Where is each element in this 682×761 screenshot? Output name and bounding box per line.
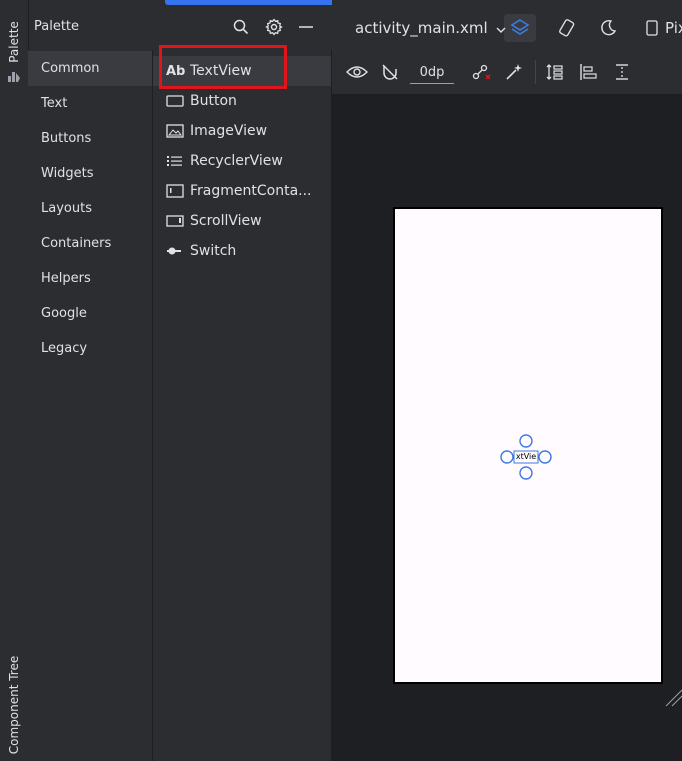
minimize-icon[interactable] bbox=[295, 16, 317, 38]
align-icon[interactable] bbox=[576, 61, 600, 83]
magnet-off-icon[interactable] bbox=[378, 61, 402, 83]
scroll-icon bbox=[166, 213, 188, 229]
widget-recyclerview[interactable]: RecyclerView bbox=[153, 146, 331, 176]
file-selector[interactable]: activity_main.xml bbox=[355, 19, 506, 38]
widget-label: RecyclerView bbox=[190, 153, 283, 169]
image-icon bbox=[166, 123, 188, 139]
widget-label: ScrollView bbox=[190, 213, 262, 229]
category-buttons[interactable]: Buttons bbox=[28, 121, 152, 156]
widget-imageview[interactable]: ImageView bbox=[153, 116, 331, 146]
palette-strip-icon bbox=[7, 68, 21, 87]
eye-icon[interactable] bbox=[344, 61, 370, 83]
preview-textview-text: xtVie bbox=[515, 452, 537, 461]
tool-window-strip: Palette Component Tree bbox=[0, 0, 29, 761]
clear-constraints-icon[interactable] bbox=[470, 61, 494, 83]
widget-scrollview[interactable]: ScrollView bbox=[153, 206, 331, 236]
widget-label: ImageView bbox=[190, 123, 268, 139]
category-widgets[interactable]: Widgets bbox=[28, 156, 152, 191]
component-tree-tool-button[interactable]: Component Tree bbox=[2, 652, 26, 758]
palette-title: Palette bbox=[34, 19, 80, 34]
palette-tool-button[interactable]: Palette bbox=[2, 18, 26, 66]
gear-icon[interactable] bbox=[263, 16, 285, 38]
pack-icon[interactable] bbox=[542, 61, 566, 83]
device-label[interactable]: Pix bbox=[665, 19, 682, 37]
component-tree-label: Component Tree bbox=[7, 655, 22, 755]
orientation-icon[interactable] bbox=[552, 14, 580, 42]
widget-label: Switch bbox=[190, 243, 237, 259]
widget-label: FragmentConta... bbox=[190, 183, 312, 199]
resize-grip-icon[interactable] bbox=[664, 686, 682, 712]
button-icon bbox=[166, 93, 188, 109]
palette-categories: Common Text Buttons Widgets Layouts Cont… bbox=[28, 50, 153, 761]
device-icon[interactable] bbox=[644, 14, 660, 42]
switch-icon bbox=[166, 243, 188, 259]
guidelines-icon[interactable] bbox=[610, 61, 634, 83]
night-mode-icon[interactable] bbox=[594, 14, 622, 42]
chevron-down-icon bbox=[496, 20, 506, 38]
device-preview[interactable]: xtVie bbox=[393, 207, 663, 684]
category-layouts[interactable]: Layouts bbox=[28, 191, 152, 226]
margin-field[interactable]: 0dp bbox=[410, 61, 454, 84]
layers-icon[interactable] bbox=[504, 14, 536, 42]
palette-tool-label: Palette bbox=[7, 21, 21, 63]
highlight-box bbox=[159, 45, 287, 89]
widget-label: Button bbox=[190, 93, 237, 109]
fragment-icon bbox=[166, 183, 188, 199]
category-legacy[interactable]: Legacy bbox=[28, 331, 152, 366]
search-icon[interactable] bbox=[230, 16, 252, 38]
layout-toolbar: 0dp bbox=[332, 50, 682, 95]
widget-switch[interactable]: Switch bbox=[153, 236, 331, 266]
category-text[interactable]: Text bbox=[28, 86, 152, 121]
category-google[interactable]: Google bbox=[28, 296, 152, 331]
widget-button[interactable]: Button bbox=[153, 86, 331, 116]
palette-widgets: Ab TextView Button ImageView RecyclerVie… bbox=[153, 50, 332, 761]
category-helpers[interactable]: Helpers bbox=[28, 261, 152, 296]
list-icon bbox=[166, 153, 188, 169]
filename-label: activity_main.xml bbox=[355, 19, 488, 37]
category-containers[interactable]: Containers bbox=[28, 226, 152, 261]
toolbar-separator bbox=[535, 60, 536, 84]
magic-wand-icon[interactable] bbox=[502, 61, 526, 83]
category-common[interactable]: Common bbox=[28, 51, 152, 86]
widget-fragmentcontainer[interactable]: FragmentConta... bbox=[153, 176, 331, 206]
